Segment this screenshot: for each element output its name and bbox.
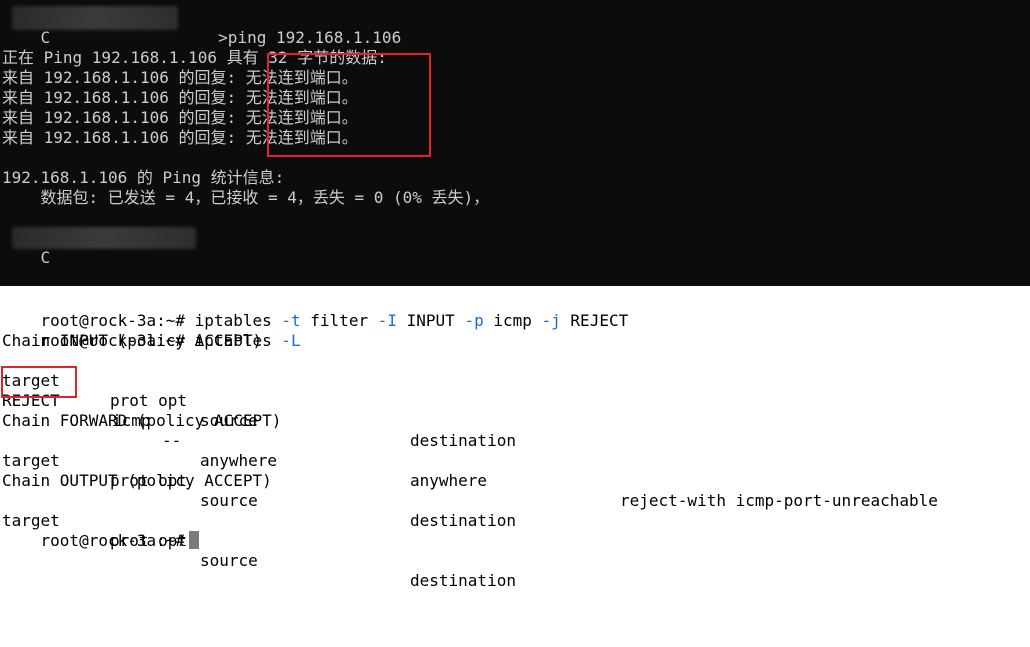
arg-icmp: icmp [493,311,532,330]
header-destination: destination [410,571,516,590]
redacted-path [12,6,178,30]
reject-highlight-box [1,366,77,398]
command-line-1: root@rock-3a:~# iptables -t filter -I IN… [2,291,629,330]
chain-title: Chain FORWARD (policy ACCEPT) [2,411,282,430]
command-line-2: root@rock-3a:~# iptables -L [2,311,301,350]
linux-terminal[interactable]: root@rock-3a:~# iptables -t filter -I IN… [0,286,1030,590]
blurred-path-prefix: C [40,28,51,47]
header-source: source [200,551,258,570]
flag-l: -L [281,331,301,350]
chain-title: Chain OUTPUT (policy ACCEPT) [2,471,272,490]
windows-console[interactable]: C >ping 192.168.1.106 正在 Ping 192.168.1.1… [0,0,1030,286]
row-destination: anywhere [410,471,488,490]
table-row: REJECT icmp -- anywhere anywhere reject-… [2,371,1022,510]
chain-header-row: target prot opt source destination [2,491,1022,590]
flag-i: -I [377,311,397,330]
row-source: anywhere [200,451,278,470]
header-target: target [2,451,60,470]
active-prompt-line[interactable]: root@rock-3a:~# [2,511,200,550]
arg-filter: filter [310,311,369,330]
chain-title: Chain INPUT (policy ACCEPT) [2,331,263,350]
arg-reject: REJECT [570,311,629,330]
ping-stats-line: 数据包: 已发送 = 4，已接收 = 4，丢失 = 0 (0% 丢失)， [2,188,490,207]
reply-highlight-box [267,53,431,157]
flag-p: -p [464,311,484,330]
arg-input: INPUT [406,311,455,330]
ping-stats-title: 192.168.1.106 的 Ping 统计信息: [2,168,285,187]
flag-j: -j [541,311,561,330]
header-prot-opt: prot opt [110,391,188,410]
redacted-prompt [12,227,196,249]
chain-header-row: target prot opt source destination [2,431,1022,530]
chain-header-row: target prot opt source destination [2,351,1022,450]
header-destination: destination [410,511,516,530]
ping-command: >ping 192.168.1.106 [218,28,402,47]
blurred-prompt-prefix: C [40,248,51,267]
